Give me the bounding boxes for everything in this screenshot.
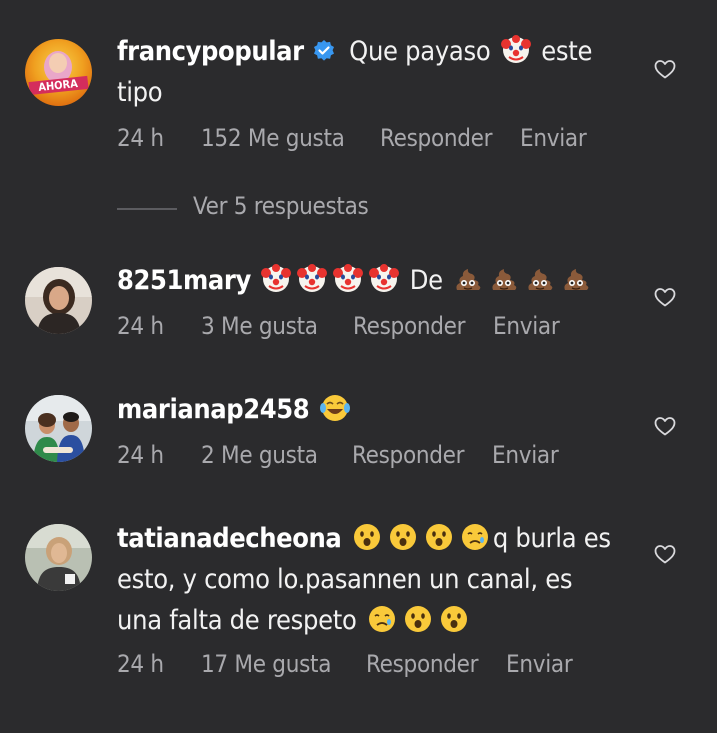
comment-text: tipo bbox=[117, 77, 163, 108]
comment-text: este bbox=[533, 36, 593, 67]
view-replies-button[interactable]: Ver 5 respuestas bbox=[117, 192, 517, 226]
heart-icon[interactable] bbox=[653, 57, 677, 81]
pile-of-poo-icon bbox=[528, 269, 553, 290]
heart-icon[interactable] bbox=[653, 285, 677, 309]
clown-face-icon bbox=[500, 35, 531, 63]
username[interactable]: 8251mary bbox=[117, 265, 251, 296]
username[interactable]: tatianadecheona bbox=[117, 523, 342, 554]
clown-face-icon bbox=[297, 264, 328, 292]
hushed-face-icon bbox=[425, 524, 452, 550]
comment-text-line: una falta de respeto bbox=[117, 600, 617, 641]
heart-icon[interactable] bbox=[653, 414, 677, 438]
avatar-image bbox=[25, 267, 92, 334]
likes-count[interactable]: 2 Me gusta bbox=[201, 441, 318, 469]
comment-text-line: esto, y como lo.pasannen un canal, es bbox=[117, 559, 617, 600]
comment-time: 24 h bbox=[117, 312, 164, 340]
view-replies-label: Ver 5 respuestas bbox=[193, 192, 369, 220]
comment-text: una falta de respeto bbox=[117, 605, 364, 636]
verified-badge-icon bbox=[313, 40, 334, 61]
comment-text: esto, y como lo.pasannen un canal, es bbox=[117, 564, 573, 595]
reply-button[interactable]: Responder bbox=[366, 650, 479, 678]
comment-body: francypopular Que payaso este tipo bbox=[117, 31, 617, 113]
send-button[interactable]: Enviar bbox=[492, 441, 559, 469]
hushed-face-icon bbox=[404, 606, 431, 632]
avatar[interactable]: AHORA bbox=[25, 39, 92, 106]
pile-of-poo-icon bbox=[492, 269, 517, 290]
comment-time: 24 h bbox=[117, 441, 164, 469]
comment-text-line: tipo bbox=[117, 72, 617, 113]
crying-face-icon bbox=[461, 524, 488, 550]
crying-face-icon bbox=[368, 606, 395, 632]
reply-button[interactable]: Responder bbox=[353, 312, 466, 340]
clown-face-icon bbox=[261, 264, 292, 292]
hushed-face-icon bbox=[440, 606, 467, 632]
replies-divider bbox=[117, 208, 177, 210]
hushed-face-icon bbox=[353, 524, 380, 550]
pile-of-poo-icon bbox=[456, 269, 481, 290]
comment-body: marianap2458 bbox=[117, 389, 617, 430]
comment-text-line: tatianadecheona q burla es bbox=[117, 518, 617, 559]
comment-text: q burla es bbox=[492, 523, 611, 554]
send-button[interactable]: Enviar bbox=[520, 124, 587, 152]
reply-button[interactable]: Responder bbox=[352, 441, 465, 469]
comment-text-line: marianap2458 bbox=[117, 389, 617, 430]
reply-button[interactable]: Responder bbox=[380, 124, 493, 152]
comment-text-line: 8251mary De bbox=[117, 260, 617, 301]
avatar-image bbox=[25, 395, 92, 462]
comment-text: Que payaso bbox=[341, 36, 498, 67]
username[interactable]: francypopular bbox=[117, 36, 304, 67]
username[interactable]: marianap2458 bbox=[117, 394, 310, 425]
avatar-image: AHORA bbox=[25, 39, 92, 106]
comment-time: 24 h bbox=[117, 650, 164, 678]
comment-text-line: francypopular Que payaso este bbox=[117, 31, 617, 72]
hushed-face-icon bbox=[389, 524, 416, 550]
clown-face-icon bbox=[369, 264, 400, 292]
comment-body: 8251mary De bbox=[117, 260, 617, 301]
comment-text: De bbox=[402, 265, 451, 296]
send-button[interactable]: Enviar bbox=[506, 650, 573, 678]
comments-screen: AHORA francypopular Que payaso este tipo … bbox=[0, 0, 717, 733]
pile-of-poo-icon bbox=[564, 269, 589, 290]
heart-icon[interactable] bbox=[653, 542, 677, 566]
likes-count[interactable]: 152 Me gusta bbox=[201, 124, 345, 152]
comment-body: tatianadecheona q burla es esto, y como l… bbox=[117, 518, 617, 641]
send-button[interactable]: Enviar bbox=[493, 312, 560, 340]
likes-count[interactable]: 3 Me gusta bbox=[201, 312, 318, 340]
tears-of-joy-icon bbox=[319, 395, 350, 421]
likes-count[interactable]: 17 Me gusta bbox=[201, 650, 331, 678]
clown-face-icon bbox=[333, 264, 364, 292]
comment-time: 24 h bbox=[117, 124, 164, 152]
avatar[interactable] bbox=[25, 524, 92, 591]
avatar-image bbox=[25, 524, 92, 591]
avatar[interactable] bbox=[25, 395, 92, 462]
avatar[interactable] bbox=[25, 267, 92, 334]
